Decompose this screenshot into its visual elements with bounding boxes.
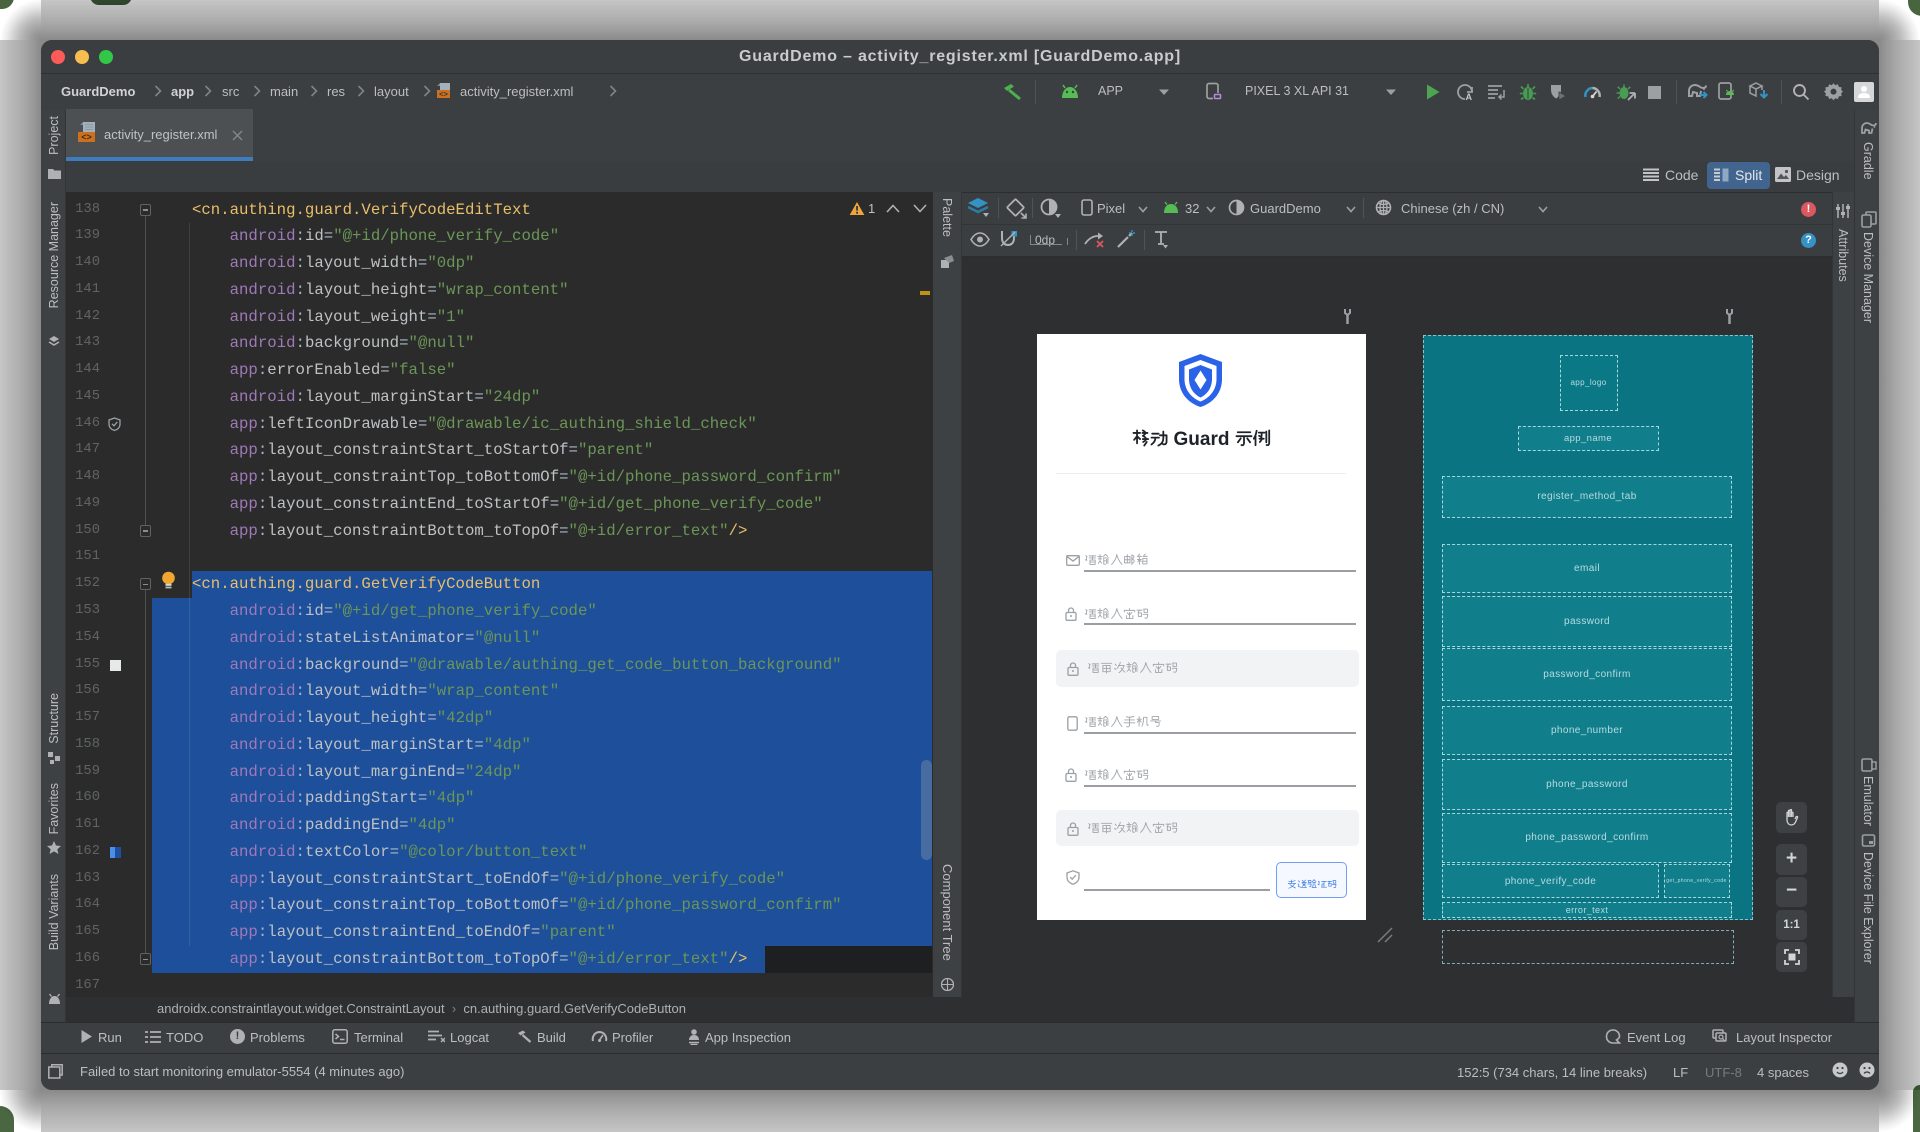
svg-text:<>: <> xyxy=(439,90,448,99)
svg-text:A: A xyxy=(1466,92,1473,101)
svg-text:<>: <> xyxy=(81,132,92,142)
